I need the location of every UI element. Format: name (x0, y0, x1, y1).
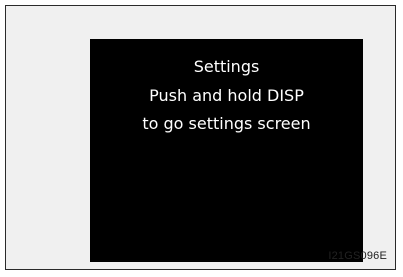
figure-code: I21GS096E (328, 250, 387, 262)
instruction-line-2: to go settings screen (142, 114, 311, 133)
settings-title: Settings (193, 57, 260, 76)
instruction-line-1: Push and hold DISP (149, 86, 304, 105)
display-screen: Settings Push and hold DISP to go settin… (90, 39, 363, 262)
illustration-frame: Settings Push and hold DISP to go settin… (5, 5, 396, 270)
